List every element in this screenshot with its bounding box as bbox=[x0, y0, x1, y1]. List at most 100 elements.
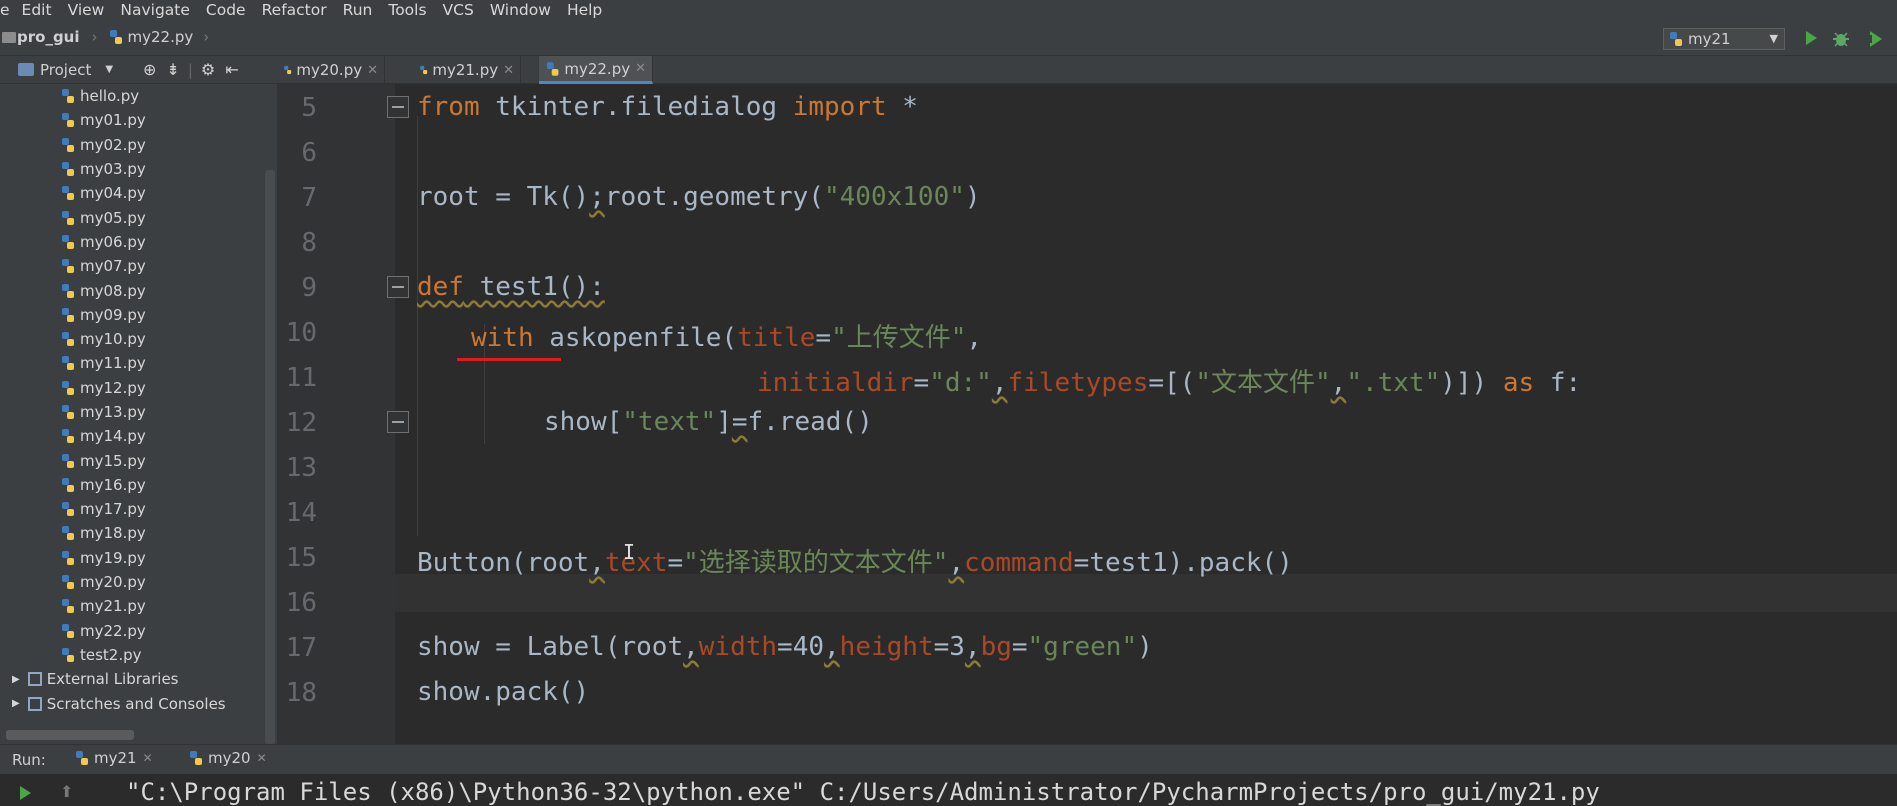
tree-file-label: my08.py bbox=[80, 281, 146, 300]
tree-file-item[interactable]: my13.py bbox=[0, 400, 262, 424]
code-token: =40 bbox=[777, 632, 825, 662]
tab-my21[interactable]: my21.py ✕ bbox=[413, 56, 521, 84]
tree-file-item[interactable]: my04.py bbox=[0, 181, 262, 205]
menu-tools[interactable]: Tools bbox=[380, 1, 434, 19]
tree-file-item[interactable]: my14.py bbox=[0, 424, 262, 448]
code-line-5[interactable]: from tkinter.filedialog import * bbox=[417, 92, 918, 122]
menu-help[interactable]: Help bbox=[559, 1, 610, 19]
tree-file-item[interactable]: my05.py bbox=[0, 205, 262, 229]
close-icon[interactable]: ✕ bbox=[143, 751, 153, 765]
tree-file-item[interactable]: my08.py bbox=[0, 278, 262, 302]
tree-file-item[interactable]: my10.py bbox=[0, 327, 262, 351]
hide-icon[interactable]: ⇤ bbox=[225, 60, 238, 79]
target-icon[interactable]: ⊕ bbox=[143, 60, 156, 79]
tree-file-item[interactable]: my12.py bbox=[0, 376, 262, 400]
menu-refactor[interactable]: Refactor bbox=[254, 1, 335, 19]
code-token: root.geometry( bbox=[604, 182, 824, 212]
tree-file-item[interactable]: my17.py bbox=[0, 497, 262, 521]
close-icon[interactable]: ✕ bbox=[257, 751, 267, 765]
close-icon[interactable]: ✕ bbox=[635, 61, 646, 76]
code-token: f.read() bbox=[747, 407, 873, 437]
menu-view[interactable]: View bbox=[60, 1, 113, 19]
python-file-icon bbox=[62, 623, 74, 638]
fold-marker[interactable] bbox=[387, 276, 409, 298]
run-tab-my20[interactable]: my20 ✕ bbox=[188, 749, 267, 767]
menu-navigate[interactable]: Navigate bbox=[112, 1, 198, 19]
python-file-icon bbox=[109, 30, 122, 44]
tree-file-item[interactable]: my22.py bbox=[0, 619, 262, 643]
python-file-icon bbox=[62, 647, 74, 662]
breadcrumb-project[interactable]: pro_gui bbox=[17, 28, 80, 46]
breadcrumb-file[interactable]: my22.py bbox=[128, 28, 194, 46]
menu-file-partial[interactable]: e bbox=[0, 1, 16, 19]
tree-file-item[interactable]: my16.py bbox=[0, 473, 262, 497]
code-token: = bbox=[1011, 632, 1028, 662]
code-line-12[interactable]: show["text"]=f.read() bbox=[544, 407, 873, 437]
gear-icon[interactable]: ⚙ bbox=[201, 60, 215, 79]
code-token: height bbox=[839, 632, 934, 662]
run-tab-my21[interactable]: my21 ✕ bbox=[74, 749, 153, 767]
code-token: show.pack() bbox=[417, 677, 590, 707]
folder-icon bbox=[2, 31, 16, 43]
tree-file-item[interactable]: my11.py bbox=[0, 351, 262, 375]
chevron-right-icon[interactable]: ▶ bbox=[12, 674, 20, 685]
tree-file-item[interactable]: my21.py bbox=[0, 594, 262, 618]
close-icon[interactable]: ✕ bbox=[503, 63, 514, 78]
tree-file-item[interactable]: my03.py bbox=[0, 157, 262, 181]
menu-code[interactable]: Code bbox=[198, 1, 254, 19]
chevron-down-icon[interactable]: ▼ bbox=[105, 64, 113, 75]
menu-window[interactable]: Window bbox=[482, 1, 559, 19]
fold-marker[interactable] bbox=[387, 411, 409, 433]
project-panel-title[interactable]: Project bbox=[40, 61, 91, 79]
code-token: , bbox=[1330, 368, 1347, 398]
debug-icon[interactable] bbox=[1832, 30, 1850, 48]
tree-file-label: my15.py bbox=[80, 451, 146, 470]
tree-file-item[interactable]: my07.py bbox=[0, 254, 262, 278]
chevron-right-icon[interactable]: ▶ bbox=[12, 698, 20, 709]
tree-file-item[interactable]: my20.py bbox=[0, 570, 262, 594]
tree-file-item[interactable]: my09.py bbox=[0, 303, 262, 327]
code-token: ; bbox=[589, 182, 605, 212]
tree-file-item[interactable]: hello.py bbox=[0, 84, 262, 108]
python-file-icon bbox=[62, 332, 74, 347]
code-line-7[interactable]: root = Tk();root.geometry("400x100") bbox=[417, 182, 981, 212]
code-token: "text" bbox=[622, 407, 717, 437]
close-icon[interactable]: ✕ bbox=[367, 63, 378, 78]
run-configuration-select[interactable]: my21 ▼ bbox=[1663, 28, 1785, 50]
tree-file-item[interactable]: my18.py bbox=[0, 521, 262, 545]
collapse-icon[interactable]: ⇟ bbox=[166, 60, 179, 79]
tree-file-item[interactable]: my01.py bbox=[0, 108, 262, 132]
menu-run[interactable]: Run bbox=[335, 1, 381, 19]
run-tab-label: my20 bbox=[208, 749, 251, 767]
horizontal-scrollbar[interactable] bbox=[6, 730, 134, 740]
code-token: askopenfile( bbox=[533, 323, 738, 353]
tree-file-item[interactable]: my15.py bbox=[0, 448, 262, 472]
up-arrow-icon[interactable]: ⬆ bbox=[60, 782, 73, 801]
tree-external-libraries[interactable]: ▶ External Libraries bbox=[0, 667, 262, 691]
code-line-18[interactable]: show.pack() bbox=[417, 677, 589, 707]
code-token: filetypes bbox=[1007, 368, 1149, 398]
line-number: 12 bbox=[285, 408, 317, 438]
python-file-icon bbox=[62, 575, 74, 590]
code-token: "400x100" bbox=[824, 182, 965, 212]
code-line-10[interactable]: with askopenfile(title="上传文件", bbox=[471, 317, 982, 354]
fold-marker[interactable] bbox=[387, 96, 409, 118]
menu-vcs[interactable]: VCS bbox=[435, 1, 482, 19]
run-icon[interactable] bbox=[1803, 30, 1819, 46]
coverage-icon[interactable] bbox=[1866, 30, 1884, 48]
code-line-9[interactable]: def test1(): bbox=[417, 272, 605, 302]
code-line-17[interactable]: show = Label(root,width=40,height=3,bg="… bbox=[417, 632, 1153, 662]
menu-edit[interactable]: Edit bbox=[16, 1, 60, 19]
tree-file-item[interactable]: my02.py bbox=[0, 133, 262, 157]
tree-file-label: my05.py bbox=[80, 208, 146, 227]
tree-scratches[interactable]: ▶ Scratches and Consoles bbox=[0, 691, 262, 715]
tree-file-item[interactable]: test2.py bbox=[0, 643, 262, 667]
tab-my20[interactable]: my20.py ✕ bbox=[277, 56, 385, 84]
rerun-icon[interactable] bbox=[18, 786, 32, 800]
tree-file-item[interactable]: my19.py bbox=[0, 546, 262, 570]
tab-my22[interactable]: my22.py ✕ bbox=[539, 56, 653, 84]
code-line-15[interactable]: Button(root,text="选择读取的文本文件",command=tes… bbox=[417, 542, 1293, 579]
vertical-scrollbar[interactable] bbox=[265, 170, 275, 744]
code-line-11[interactable]: initialdir="d:",filetypes=[("文本文件",".txt… bbox=[757, 362, 1581, 399]
tree-file-item[interactable]: my06.py bbox=[0, 230, 262, 254]
